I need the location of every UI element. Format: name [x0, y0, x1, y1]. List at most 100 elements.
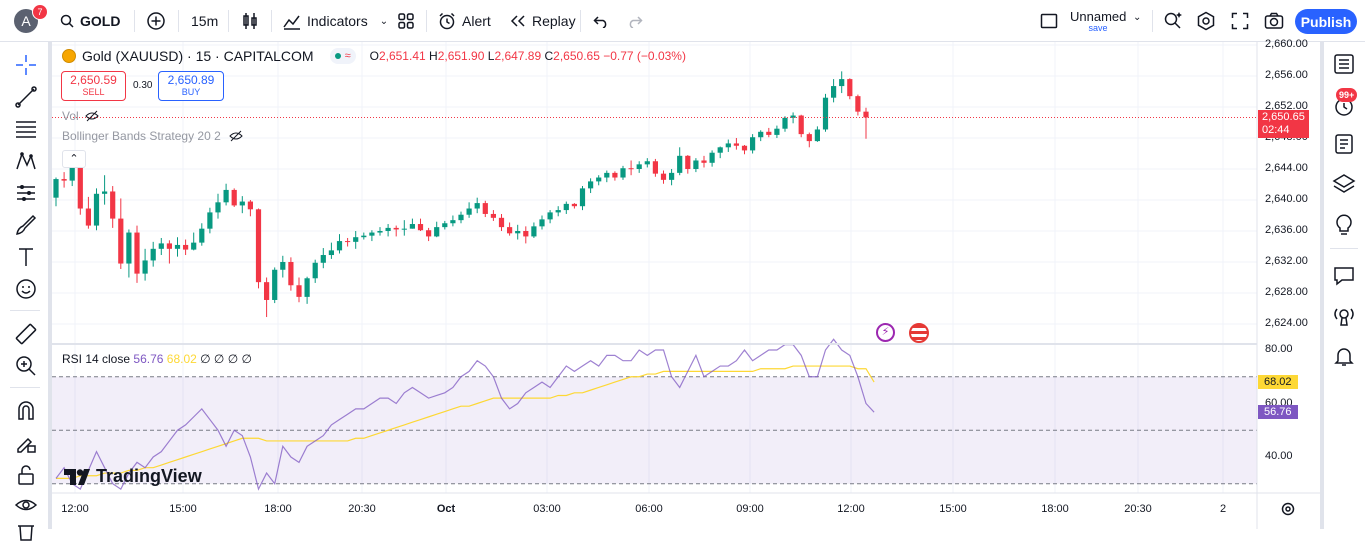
candle-body	[523, 231, 529, 237]
tradingview-watermark[interactable]: TradingView	[64, 466, 202, 487]
candle-body	[336, 241, 343, 251]
magnet-icon[interactable]	[14, 399, 38, 423]
ruler-icon[interactable]	[14, 322, 38, 346]
sell-button[interactable]: 2,650.59 SELL	[61, 71, 126, 101]
lightning-event-icon[interactable]: ⚡	[876, 323, 895, 342]
undo-button[interactable]	[593, 8, 609, 34]
candle	[822, 93, 829, 132]
candle-body	[417, 224, 424, 231]
templates-button[interactable]	[397, 8, 415, 34]
chart-type-button[interactable]	[241, 8, 259, 34]
candle-body	[741, 145, 748, 151]
redo-icon	[629, 16, 643, 28]
candle-body	[547, 212, 553, 220]
collapse-legend-button[interactable]: ⌃	[62, 150, 86, 168]
eye-icon[interactable]	[14, 493, 38, 517]
layout-name-button[interactable]: Unnamed save	[1070, 9, 1126, 33]
chart-pane[interactable]	[52, 42, 1320, 529]
candle	[272, 267, 278, 304]
candle-body	[636, 164, 642, 169]
forecast-icon[interactable]	[14, 181, 38, 205]
candle-body	[166, 243, 172, 249]
market-status-badge[interactable]: ≈	[329, 48, 356, 64]
candle	[345, 237, 351, 247]
volume-legend[interactable]: Vol	[62, 109, 99, 123]
candle	[741, 144, 748, 155]
trend-line-icon[interactable]	[14, 85, 38, 109]
candle	[142, 248, 148, 281]
strategy-legend[interactable]: Bollinger Bands Strategy 20 2	[62, 129, 243, 143]
candle-body	[223, 189, 229, 203]
candle	[555, 206, 561, 217]
compare-add-symbol-button[interactable]	[146, 8, 166, 34]
ideas-icon[interactable]	[1332, 212, 1356, 236]
streams-icon[interactable]	[1332, 304, 1356, 328]
snapshot-button[interactable]	[1264, 8, 1284, 34]
candle-body	[482, 203, 488, 214]
buy-button[interactable]: 2,650.89 BUY	[158, 71, 224, 101]
candle	[215, 193, 221, 219]
crosshair-icon[interactable]	[14, 53, 38, 77]
candle	[450, 215, 456, 227]
candle	[426, 227, 432, 242]
candle	[255, 208, 262, 289]
redo-button[interactable]	[627, 8, 643, 34]
divider	[1330, 248, 1358, 249]
layout-toggle-checkbox[interactable]	[1040, 8, 1058, 34]
trash-icon[interactable]	[14, 520, 38, 544]
rsi-label: RSI 14 close	[62, 352, 131, 366]
layers-icon[interactable]	[1332, 172, 1356, 196]
candle-body	[701, 160, 707, 163]
lock-icon[interactable]	[14, 463, 38, 487]
text-icon[interactable]	[14, 245, 38, 269]
candle-body	[85, 208, 91, 226]
fib-icon[interactable]	[14, 117, 38, 141]
avatar-letter: A	[21, 13, 31, 29]
candle	[353, 231, 359, 249]
candle-body	[69, 166, 75, 181]
notifications-icon[interactable]	[1332, 344, 1356, 368]
eye-hidden-icon[interactable]	[84, 110, 99, 122]
candle	[636, 161, 642, 173]
candle	[855, 94, 861, 116]
rewind-icon	[510, 15, 525, 27]
eye-hidden-icon[interactable]	[229, 130, 243, 142]
interval-button[interactable]: 15m	[191, 8, 218, 34]
time-axis-label: 20:30	[348, 503, 376, 515]
indicators-icon	[283, 15, 300, 30]
alert-button[interactable]: Alert	[438, 8, 491, 34]
fullscreen-button[interactable]	[1231, 8, 1249, 34]
settings-button[interactable]	[1196, 8, 1216, 34]
top-toolbar: A 7 GOLD 15m Indicators ⌄ Alert Replay U…	[0, 0, 1365, 42]
candle	[85, 196, 91, 229]
interval-label: 15m	[191, 13, 219, 29]
candle	[490, 210, 496, 221]
candle-body	[863, 111, 869, 118]
candle	[174, 237, 181, 257]
candle	[685, 155, 691, 174]
publish-button[interactable]: Publish	[1295, 9, 1357, 34]
us-flag-event-icon[interactable]	[909, 323, 929, 343]
chevron-down-icon[interactable]: ⌄	[1133, 12, 1141, 23]
quick-search-button[interactable]	[1163, 8, 1183, 34]
axis-settings-gear-icon[interactable]	[1281, 502, 1295, 516]
pattern-icon[interactable]	[14, 149, 38, 173]
zoom-in-icon[interactable]	[14, 354, 38, 378]
candle	[766, 127, 772, 138]
replay-button[interactable]: Replay	[510, 8, 576, 34]
rsi-value: 56.76	[133, 352, 164, 366]
rsi-legend[interactable]: RSI 14 close 56.76 68.02 ∅ ∅ ∅ ∅	[62, 352, 252, 366]
candle-body	[669, 172, 675, 180]
candle-body	[353, 237, 359, 242]
watchlist-icon[interactable]	[1332, 52, 1356, 76]
lock-draw-icon[interactable]	[14, 431, 38, 455]
symbol-search-button[interactable]: GOLD	[60, 8, 120, 34]
candle-body	[280, 262, 286, 270]
emoji-icon[interactable]	[14, 277, 38, 301]
chevron-down-icon: ⌄	[379, 15, 389, 27]
indicators-button[interactable]: Indicators ⌄	[283, 8, 388, 34]
brush-icon[interactable]	[14, 213, 38, 237]
symbol-legend[interactable]: Gold (XAUUSD) · 15 · CAPITALCOM ≈ O2,651…	[62, 48, 686, 64]
notes-icon[interactable]	[1332, 132, 1356, 156]
chat-icon[interactable]	[1332, 264, 1356, 288]
